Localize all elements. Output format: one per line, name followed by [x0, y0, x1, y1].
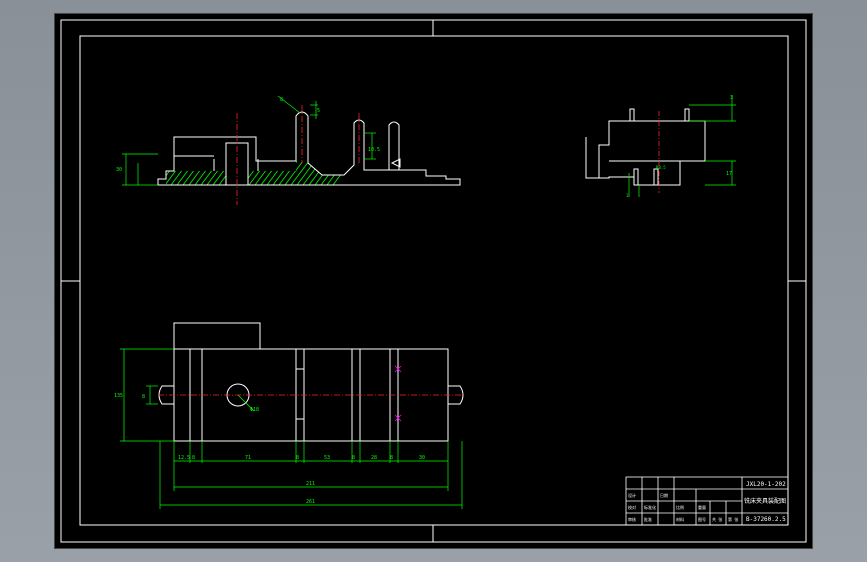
- dim-top-segment: 30: [419, 455, 425, 461]
- dim-top-segment: 28: [371, 455, 377, 461]
- dim-top-segment: 12.5: [178, 455, 190, 461]
- dim-top-left-height: 135: [114, 393, 123, 399]
- top-view-outline: [158, 322, 464, 442]
- dim-top-segment: 8: [296, 455, 299, 461]
- top-view-dims: [120, 348, 463, 509]
- dim-front-left-height: 30: [116, 167, 122, 173]
- dim-front-slot-depth: 10.5: [368, 147, 380, 153]
- title-block-cell: 重量: [698, 504, 706, 510]
- dim-side-center: R8.5: [656, 165, 666, 170]
- title-block-cell: 日期: [660, 492, 668, 498]
- dim-top-slot-width: 8: [142, 394, 145, 400]
- dim-side-bottom: 1: [626, 193, 629, 198]
- top-view: 135 8 Φ18 12.5 8 71 8 53 8 28 8 30 211 261: [114, 322, 464, 509]
- front-view-centerline: [236, 105, 360, 205]
- title-block-cell: 标准化: [644, 504, 656, 510]
- dim-top-segment: 8: [192, 455, 195, 461]
- title-block-cell: 比例: [676, 504, 684, 510]
- dim-side-top: 3: [730, 95, 733, 101]
- title-block: JXL20-1-202 铣床夹具装配图 B-37260.2.5 设计校对审核 标准…: [625, 476, 789, 526]
- side-view-dims: [628, 95, 736, 197]
- title-code: B-37260.2.5: [746, 516, 786, 523]
- title-block-cell: 设计: [628, 492, 636, 498]
- drawing-frame: [60, 19, 807, 543]
- dim-top-segment: 71: [245, 455, 251, 461]
- front-view: 8 5 10.5 30: [116, 95, 461, 205]
- cad-drawing: 8 5 10.5 30 3 17 R8.5 1 135 8 Φ18 12.5 8…: [60, 19, 807, 543]
- title-drawing-name: 铣床夹具装配图: [744, 497, 786, 505]
- title-block-cell: 第 张: [728, 516, 738, 522]
- title-part-name: JXL20-1-202: [746, 481, 786, 488]
- dim-top-segment: 8: [352, 455, 355, 461]
- dim-front-top-b: 5: [317, 108, 320, 114]
- title-block-cells: 设计校对审核 标准化日期批准 比例 重量共 张第 张 图号 材料: [628, 492, 738, 522]
- dim-top-overall-inner: 211: [306, 481, 315, 487]
- dim-top-overall: 261: [306, 499, 315, 505]
- side-view: 3 17 R8.5 1: [585, 95, 736, 198]
- dim-front-top-a: 8: [280, 97, 283, 103]
- dim-top-segment: 8: [390, 455, 393, 461]
- drawing-sheet: 8 5 10.5 30 3 17 R8.5 1 135 8 Φ18 12.5 8…: [54, 13, 813, 549]
- front-view-hatch: [166, 161, 344, 185]
- title-block-cell: 图号: [698, 516, 706, 522]
- front-view-dims: [122, 95, 376, 186]
- title-block-cell: 批准: [644, 516, 652, 522]
- side-view-outline: [585, 108, 706, 186]
- top-view-segment-labels: 12.5 8 71 8 53 8 28 8 30: [178, 455, 425, 461]
- dim-top-hole: Φ18: [250, 407, 259, 413]
- title-block-cell: 审核: [628, 516, 636, 522]
- title-block-cell: 材料: [676, 516, 684, 522]
- title-block-cell: 校对: [628, 504, 636, 510]
- title-block-cell: 共 张: [712, 516, 722, 522]
- dim-side-right: 17: [726, 171, 732, 177]
- dim-top-segment: 53: [324, 455, 330, 461]
